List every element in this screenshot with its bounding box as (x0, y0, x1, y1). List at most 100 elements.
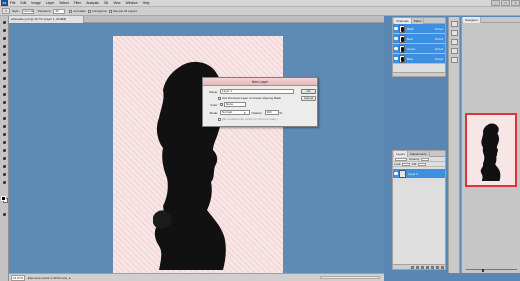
name-row: Name: Layer 1 (207, 89, 294, 94)
add-mask-icon[interactable] (421, 265, 424, 269)
zoom-tool-icon[interactable] (1, 180, 8, 186)
hand-tool-icon[interactable] (1, 172, 8, 178)
minimize-button[interactable]: _ (491, 0, 500, 6)
zoom-track[interactable] (466, 268, 517, 272)
menu-layer[interactable]: Layer (46, 1, 54, 5)
navigator-preview[interactable] (465, 113, 517, 187)
zoom-knob[interactable] (482, 268, 484, 272)
tab-channels[interactable]: Channels (394, 17, 412, 24)
layer-row[interactable]: Layer 0 (393, 169, 445, 178)
dodge-tool-icon[interactable] (1, 124, 8, 130)
eye-icon[interactable] (394, 47, 398, 50)
mode-label: Mode: (209, 110, 218, 115)
quick-mask-icon[interactable] (1, 212, 8, 218)
status-menu-arrow-icon[interactable]: ▸ (69, 276, 71, 280)
channel-row-blue[interactable]: Blue Ctrl+5 (393, 54, 445, 64)
shape-tool-icon[interactable] (1, 156, 8, 162)
history-brush-tool-icon[interactable] (1, 92, 8, 98)
eye-icon[interactable] (394, 27, 398, 30)
antialias-checkbox[interactable] (69, 9, 73, 13)
menu-analysis[interactable]: Analysis (86, 1, 99, 5)
style-label: Style: (12, 9, 20, 13)
layer-style-icon[interactable] (416, 265, 419, 269)
antialias-label: Anti-alias (73, 9, 86, 13)
magic-wand-tool-icon[interactable] (1, 44, 8, 50)
lasso-tool-icon[interactable] (1, 36, 8, 42)
document-tab[interactable]: silhouette.psd @ 16.7% (Layer 1, RGB/8) (9, 16, 84, 23)
menu-select[interactable]: Select (59, 1, 68, 5)
tab-navigator[interactable]: Navigator (463, 16, 481, 23)
menu-help[interactable]: Help (143, 1, 150, 5)
style-select[interactable]: Normal (21, 8, 34, 14)
options-bar: ▾ Style: Normal Tolerance: 32 Anti-alias… (0, 7, 520, 16)
path-selection-tool-icon[interactable] (1, 148, 8, 154)
menu-view[interactable]: View (113, 1, 120, 5)
panel-actions-icon[interactable] (451, 30, 458, 36)
brush-tool-icon[interactable] (1, 76, 8, 82)
layer-name-input[interactable]: Layer 1 (220, 89, 294, 94)
navigator-zoom-slider[interactable] (464, 267, 519, 272)
zoom-level-input[interactable]: 16.67% (11, 274, 25, 281)
canvas-area[interactable] (9, 24, 384, 273)
eye-icon[interactable] (394, 172, 398, 175)
clipping-mask-checkbox[interactable] (218, 96, 221, 100)
type-tool-icon[interactable] (1, 140, 8, 146)
menu-image[interactable]: Image (31, 1, 40, 5)
tool-preset-icon[interactable]: ▾ (2, 8, 10, 14)
channel-row-red[interactable]: Red Ctrl+3 (393, 34, 445, 44)
color-select[interactable]: None (224, 102, 246, 107)
eye-icon[interactable] (394, 37, 398, 40)
eye-icon[interactable] (394, 57, 398, 60)
healing-brush-tool-icon[interactable] (1, 68, 8, 74)
menu-filter[interactable]: Filter (74, 1, 82, 5)
blend-mode-select[interactable] (395, 157, 407, 161)
document-canvas[interactable] (113, 36, 283, 273)
sample-all-checkbox[interactable] (108, 9, 112, 13)
channel-row-green[interactable]: Green Ctrl+4 (393, 44, 445, 54)
navigator-panel: Navigator (461, 16, 520, 273)
menu-edit[interactable]: Edit (20, 1, 26, 5)
contiguous-checkbox[interactable] (87, 9, 91, 13)
gradient-tool-icon[interactable] (1, 108, 8, 114)
eyedropper-tool-icon[interactable] (1, 60, 8, 66)
menu-3d[interactable]: 3D (104, 1, 108, 5)
3d-rotate-tool-icon[interactable] (1, 164, 8, 170)
menu-bar: Ps File Edit Image Layer Select Filter A… (0, 0, 520, 7)
link-layers-icon[interactable] (411, 265, 414, 269)
marquee-tool-icon[interactable] (1, 28, 8, 34)
horizontal-scrollbar[interactable] (320, 276, 380, 279)
cancel-button[interactable]: Cancel (301, 96, 316, 101)
move-tool-icon[interactable] (1, 20, 8, 26)
layers-opacity-input[interactable] (421, 157, 430, 161)
tab-layers[interactable]: Layers (394, 150, 409, 157)
tab-adjustments[interactable]: Adjustments (408, 150, 430, 157)
ok-button[interactable]: OK (301, 89, 316, 94)
lock-row: Lock: Fill: (393, 162, 445, 167)
mode-dropdown-icon[interactable]: ▾ (244, 111, 246, 115)
opacity-input[interactable]: 100 (264, 110, 279, 115)
blur-tool-icon[interactable] (1, 116, 8, 122)
panel-swatches-icon[interactable] (451, 39, 458, 45)
new-layer-icon[interactable] (436, 265, 439, 269)
trash-icon[interactable] (441, 265, 444, 269)
channel-row-rgb[interactable]: RGB Ctrl+2 (393, 24, 445, 34)
lock-icons[interactable] (402, 162, 411, 166)
neutral-fill-checkbox[interactable] (218, 117, 221, 121)
fill-input[interactable] (417, 162, 426, 166)
panel-styles-icon[interactable] (451, 48, 458, 54)
foreground-color-swatch[interactable] (1, 196, 6, 201)
pen-tool-icon[interactable] (1, 132, 8, 138)
panel-brushes-icon[interactable] (451, 57, 458, 63)
eraser-tool-icon[interactable] (1, 100, 8, 106)
clone-stamp-tool-icon[interactable] (1, 84, 8, 90)
panel-history-icon[interactable] (451, 21, 458, 27)
menu-file[interactable]: File (10, 1, 15, 5)
crop-tool-icon[interactable] (1, 52, 8, 58)
close-button[interactable]: × (511, 0, 520, 6)
menu-window[interactable]: Window (126, 1, 138, 5)
new-group-icon[interactable] (431, 265, 434, 269)
tab-paths[interactable]: Paths (411, 17, 425, 24)
maximize-button[interactable]: □ (501, 0, 510, 6)
adjustment-layer-icon[interactable] (426, 265, 429, 269)
tolerance-input[interactable]: 32 (53, 8, 66, 14)
